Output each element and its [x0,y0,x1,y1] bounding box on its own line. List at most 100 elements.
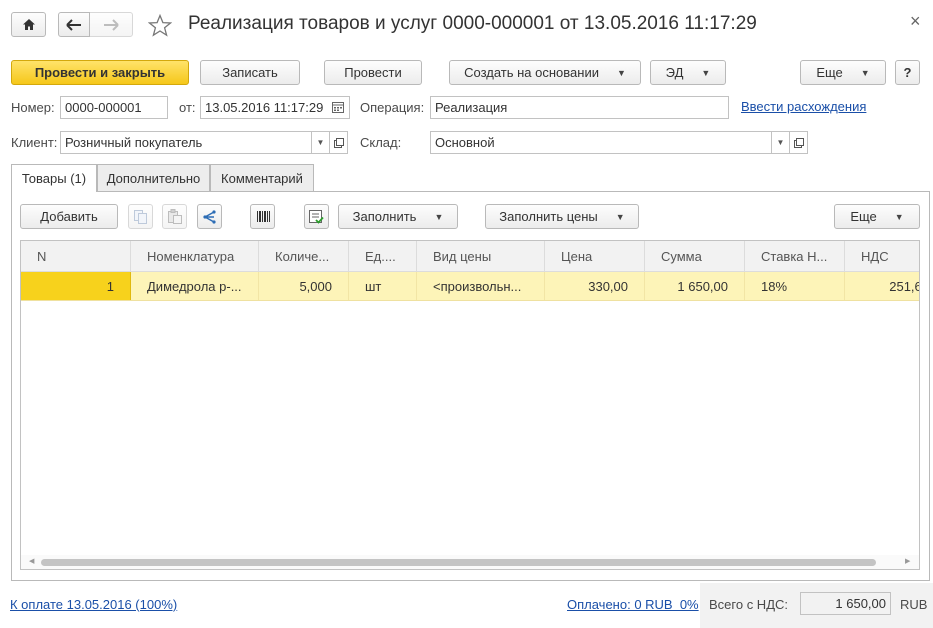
warehouse-label: Склад: [360,135,402,150]
column-header-price-type[interactable]: Вид цены [417,241,545,272]
tab-comment-label: Комментарий [221,170,303,186]
save-label: Записать [222,65,278,80]
selection-list-icon [309,209,324,224]
column-header-price[interactable]: Цена [545,241,645,272]
scrollbar-thumb[interactable] [41,559,876,566]
currency-label: RUB [900,597,928,612]
add-label: Добавить [40,209,98,224]
cell-price[interactable]: 330,00 [545,272,645,300]
copy-icon [134,209,147,224]
scroll-left-icon[interactable]: ◀ [29,557,34,565]
warehouse-open-button[interactable] [790,131,808,154]
more-button[interactable]: Еще ▼ [800,60,886,85]
warehouse-field[interactable]: Основной ▼ [430,131,790,154]
star-icon [148,14,172,37]
date-value: 13.05.2016 11:17:29 [205,100,324,115]
goods-table: N Номенклатура Количе... Ед.... Вид цены… [20,240,920,570]
more-label: Еще [816,65,843,80]
paid-link[interactable]: Оплачено: 0 RUB 0% [567,597,699,612]
cell-price-type[interactable]: <произвольн... [417,272,545,300]
close-button[interactable]: × [910,11,928,31]
horizontal-scrollbar[interactable]: ◀ ▶ [21,555,919,569]
number-label: Номер: [11,100,55,115]
pick-items-button[interactable] [304,204,329,229]
client-field[interactable]: Розничный покупатель ▼ [60,131,330,154]
number-value: 0000-000001 [65,100,142,115]
operation-value: Реализация [435,100,508,115]
total-field: 1 650,00 [800,592,891,615]
favorite-button[interactable] [148,14,172,37]
copy-button[interactable] [128,204,153,229]
post-and-close-label: Провести и закрыть [34,65,166,80]
column-header-nomenclature[interactable]: Номенклатура [131,241,259,272]
structure-button[interactable] [197,204,222,229]
table-more-button[interactable]: Еще ▼ [834,204,920,229]
fill-prices-button[interactable]: Заполнить цены ▼ [485,204,639,229]
paste-icon [167,209,182,224]
add-button[interactable]: Добавить [20,204,118,229]
help-label: ? [903,65,912,80]
barcode-icon [256,211,270,222]
tab-goods-label: Товары (1) [21,171,87,186]
column-header-unit[interactable]: Ед.... [349,241,417,272]
fill-prices-label: Заполнить цены [499,209,598,224]
cell-n[interactable]: 1 [21,272,131,300]
enter-discrepancy-link[interactable]: Ввести расхождения [741,99,866,114]
tab-additional-label: Дополнительно [106,170,201,186]
column-header-sum[interactable]: Сумма [645,241,745,272]
cell-sum[interactable]: 1 650,00 [645,272,745,300]
column-header-n[interactable]: N [21,241,131,272]
total-value: 1 650,00 [835,596,886,611]
fill-button[interactable]: Заполнить ▼ [338,204,458,229]
barcode-button[interactable] [250,204,275,229]
ed-button[interactable]: ЭД ▼ [650,60,726,85]
cell-quantity[interactable]: 5,000 [259,272,349,300]
chevron-down-icon: ▼ [701,67,711,78]
table-row[interactable]: 1 Димедрола р-... 5,000 шт <произвольн..… [21,272,919,301]
page-title: Реализация товаров и услуг 0000-000001 о… [188,13,757,34]
warehouse-value: Основной [435,135,495,150]
column-header-vat-rate[interactable]: Ставка Н... [745,241,845,272]
cell-vat[interactable]: 251,69 [845,272,919,300]
arrow-left-icon [66,18,81,31]
hierarchy-icon [202,209,216,224]
tab-additional[interactable]: Дополнительно [97,164,210,191]
cell-nomenclature[interactable]: Димедрола р-... [131,272,259,300]
date-field[interactable]: 13.05.2016 11:17:29 [200,96,350,119]
post-and-close-button[interactable]: Провести и закрыть [11,60,189,85]
column-header-quantity[interactable]: Количе... [259,241,349,272]
scroll-right-icon[interactable]: ▶ [905,557,910,565]
forward-button[interactable] [89,12,133,37]
column-header-vat[interactable]: НДС [845,241,919,272]
chevron-down-icon: ▼ [616,67,626,78]
help-button[interactable]: ? [895,60,920,85]
ed-label: ЭД [665,65,684,80]
paste-button[interactable] [162,204,187,229]
tab-comment[interactable]: Комментарий [210,164,314,191]
tab-goods[interactable]: Товары (1) [11,164,97,192]
open-window-icon [793,137,804,148]
cell-unit[interactable]: шт [349,272,417,300]
dropdown-arrow-icon[interactable]: ▼ [771,132,789,153]
post-label: Провести [344,65,402,80]
chevron-down-icon: ▼ [894,211,904,222]
calendar-icon[interactable] [331,102,345,114]
home-icon [22,19,35,30]
operation-field[interactable]: Реализация [430,96,729,119]
arrow-right-icon [104,18,119,31]
create-based-on-button[interactable]: Создать на основании ▼ [449,60,641,85]
post-button[interactable]: Провести [324,60,422,85]
cell-vat-rate[interactable]: 18% [745,272,845,300]
total-label: Всего с НДС: [709,597,789,612]
back-button[interactable] [58,12,90,37]
fill-label: Заполнить [352,209,417,224]
open-window-icon [333,137,344,148]
number-field[interactable]: 0000-000001 [60,96,168,119]
date-label: от: [179,100,196,115]
table-header: N Номенклатура Количе... Ед.... Вид цены… [21,241,919,272]
client-open-button[interactable] [330,131,348,154]
payment-schedule-link[interactable]: К оплате 13.05.2016 (100%) [10,597,177,612]
dropdown-arrow-icon[interactable]: ▼ [311,132,329,153]
save-button[interactable]: Записать [200,60,300,85]
home-button[interactable] [11,12,46,37]
